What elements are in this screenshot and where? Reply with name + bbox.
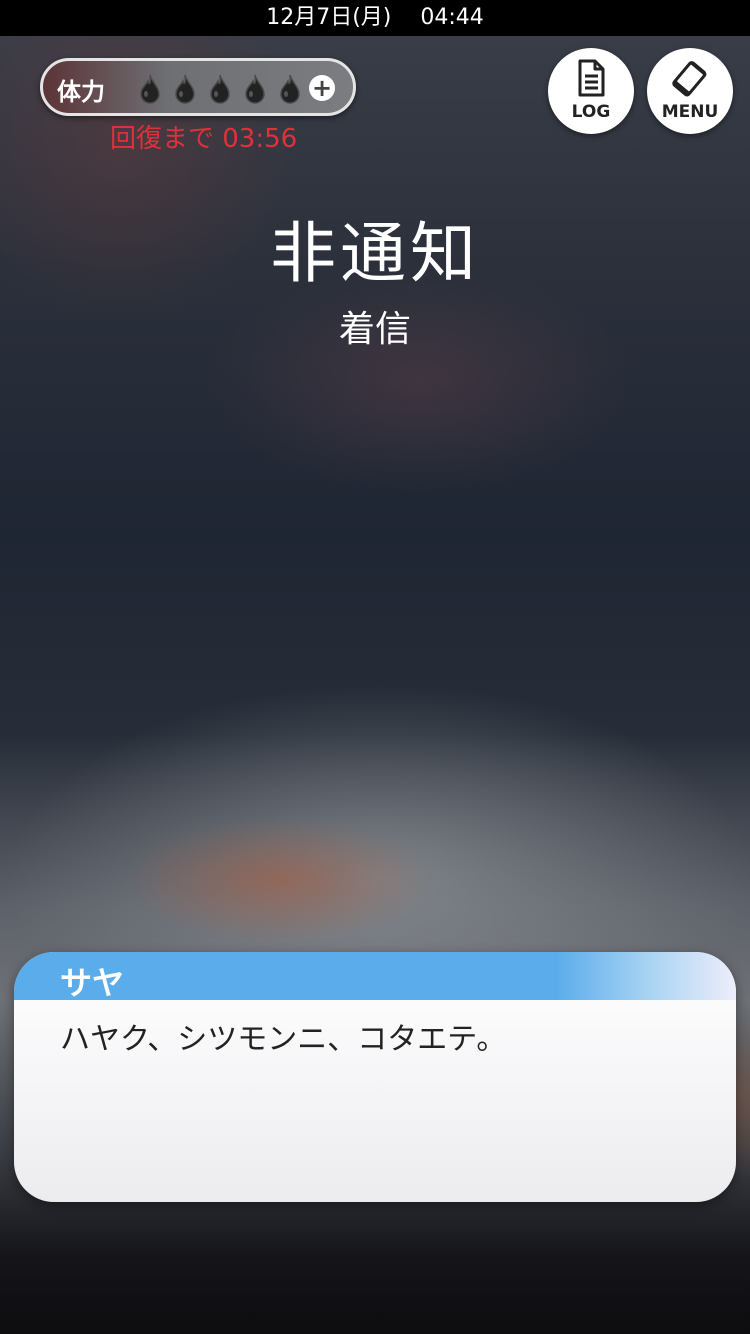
status-bar: 12月7日(月) 04:44 — [0, 0, 750, 36]
dialogue-text: ハヤク、シツモンニ、コタエテ。 — [60, 1022, 507, 1057]
speaker-name: サヤ — [60, 964, 125, 1002]
menu-label: MENU — [661, 102, 719, 122]
caller-name: 非通知 — [270, 215, 480, 292]
stamina-drops — [137, 73, 312, 105]
plus-icon: + — [311, 74, 333, 102]
document-icon — [578, 59, 605, 97]
dialogue-box[interactable]: サヤ ハヤク、シツモンニ、コタエテ。 — [14, 952, 736, 1202]
flame-drop-icon — [140, 74, 160, 104]
menu-button[interactable]: MENU — [647, 48, 733, 134]
log-label: LOG — [571, 102, 611, 122]
stamina-gauge: 体力 + — [40, 58, 356, 116]
recovery-timer: 回復まで 03:56 — [110, 124, 298, 154]
flame-drop-icon — [280, 74, 300, 104]
flame-drop-icon — [245, 74, 265, 104]
smartphone-icon — [672, 61, 707, 97]
speaker-name-bar: サヤ — [14, 952, 736, 1002]
stamina-label: 体力 — [57, 78, 105, 106]
status-datetime: 12月7日(月) 04:44 — [266, 5, 484, 30]
stamina-add-button[interactable]: + — [309, 75, 335, 101]
call-status: 着信 — [338, 309, 411, 350]
flame-drop-icon — [175, 74, 195, 104]
log-button[interactable]: LOG — [548, 48, 634, 134]
flame-drop-icon — [210, 74, 230, 104]
